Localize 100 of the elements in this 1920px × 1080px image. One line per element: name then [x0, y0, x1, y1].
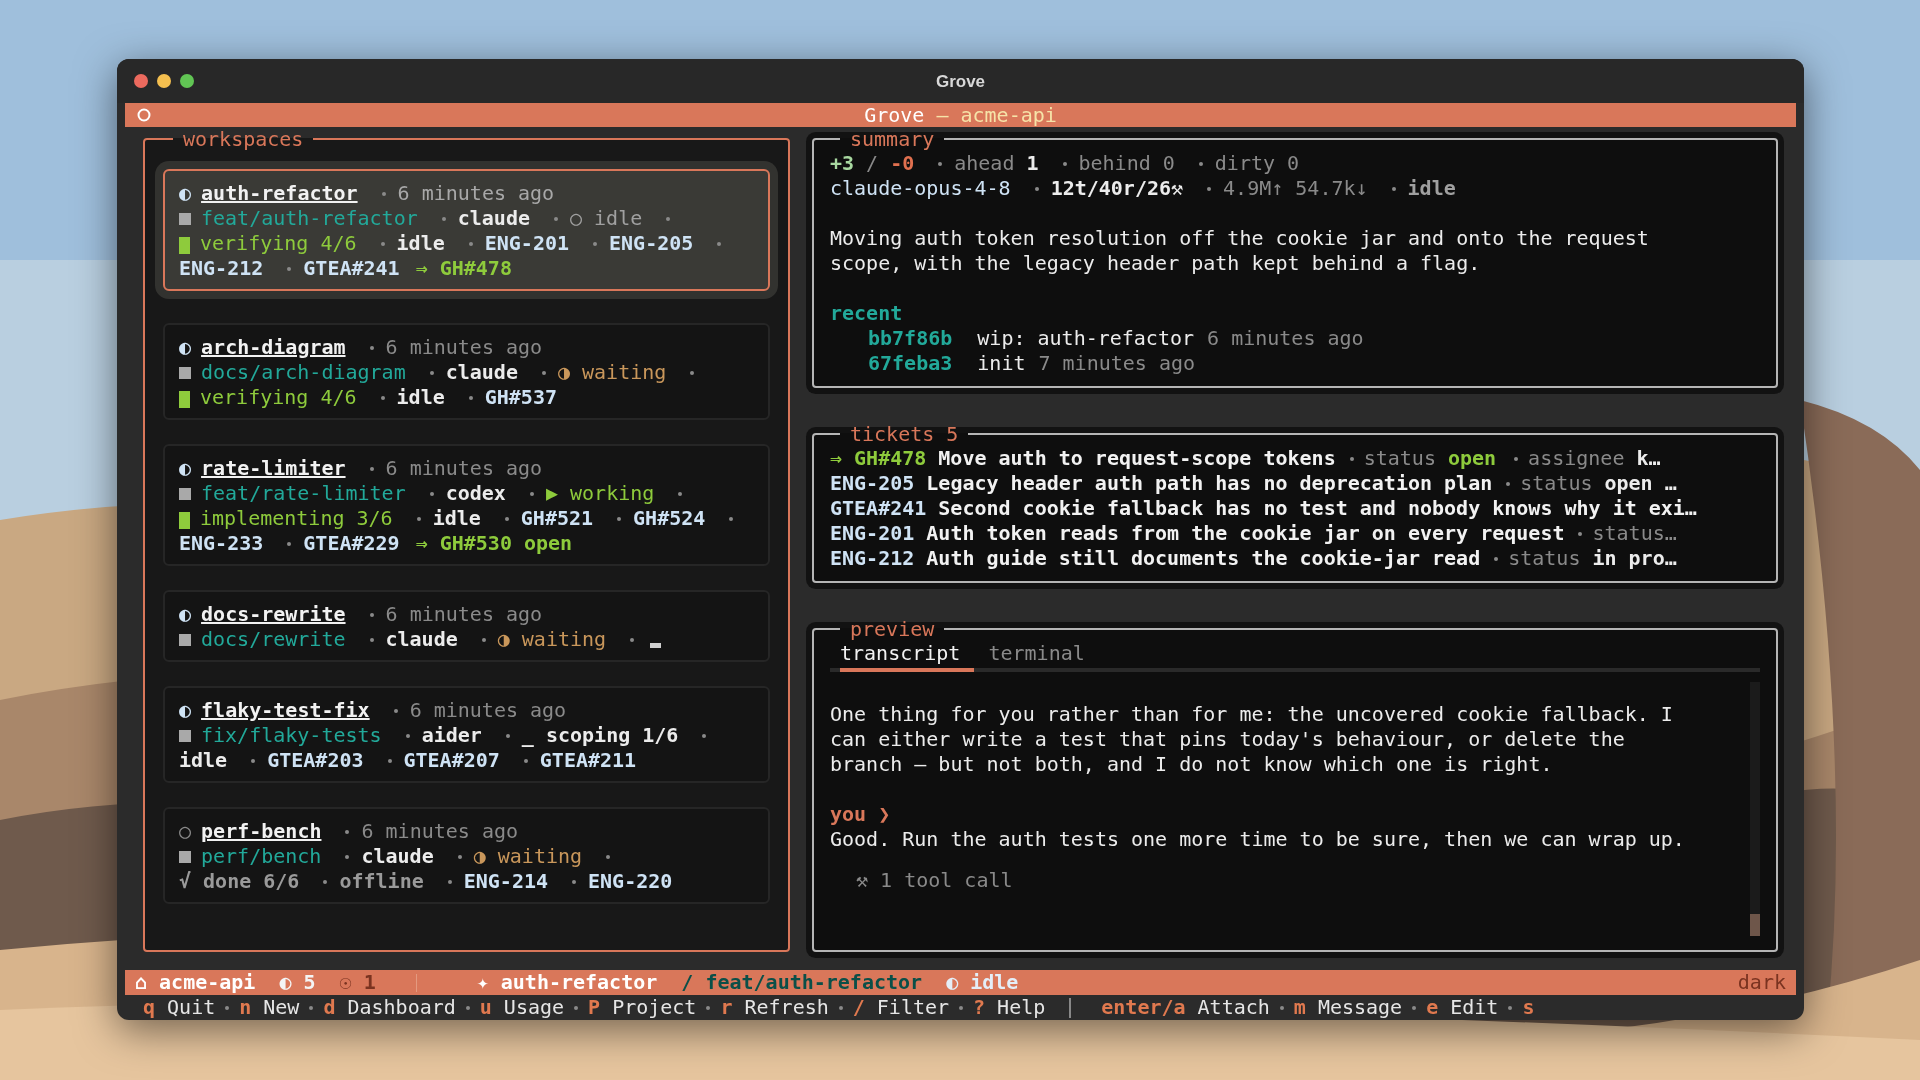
shortcut-hint: / Filter: [852, 995, 950, 1020]
shortcut-hint: d Dashboard: [323, 995, 456, 1020]
ticket-id: GTEA#241: [830, 496, 927, 521]
ticket-id: ENG-205: [609, 231, 694, 256]
workspace-name: arch-diagram: [201, 335, 346, 360]
git-stat: dirty 0: [1214, 151, 1300, 176]
ticket-id: GTEA#207: [403, 748, 500, 773]
status-glyph: ◐: [179, 698, 192, 723]
ticket-row[interactable]: ENG-205 Legacy header auth path has no deprecation plan status open …: [830, 471, 1760, 496]
ticket-id: GTEA#203: [267, 748, 364, 773]
branch-icon: [179, 729, 191, 742]
tab[interactable]: terminal: [988, 641, 1099, 672]
lines-added: +3: [830, 151, 855, 176]
window-title: Grove: [935, 70, 986, 93]
zoom-button[interactable]: [180, 74, 194, 88]
field-label: status…: [1592, 521, 1677, 546]
circle-icon: [137, 108, 151, 122]
workspace-name: perf-bench: [201, 819, 322, 844]
panel-title: summary: [849, 127, 936, 151]
activity-status: idle: [396, 231, 445, 256]
ticket-id: ⇒ GH#478: [830, 446, 927, 471]
field-value: open …: [1604, 471, 1677, 496]
branch-name: fix/flaky-tests: [201, 723, 382, 748]
branch-name: perf/bench: [201, 844, 322, 869]
ticket-id: GTEA#241: [303, 256, 400, 281]
progress-bar-icon: [179, 391, 190, 408]
field-value: k…: [1636, 446, 1661, 471]
status-glyph: ◐: [179, 181, 192, 206]
close-button[interactable]: [134, 74, 148, 88]
branch-icon: [179, 212, 191, 225]
turn-counts: 12t/40r/26⚒: [1050, 176, 1184, 201]
ticket-id: ENG-201: [484, 231, 569, 256]
tab[interactable]: transcript: [840, 641, 975, 672]
shortcut-hint: enter/a Attach: [1101, 995, 1270, 1020]
progress-bar-icon: [650, 643, 662, 648]
ticket-id: GH#524: [633, 506, 706, 531]
workspace-name: auth-refactor: [201, 181, 358, 206]
activity-status: idle: [432, 506, 481, 531]
agent-name: claude: [445, 360, 518, 385]
agent-name: aider: [421, 723, 482, 748]
phase-progress: √ done 6/6: [179, 869, 300, 894]
time-ago: 6 minutes ago: [385, 335, 543, 360]
diff-separator: /: [866, 151, 879, 176]
commit-hash: 67feba3: [868, 351, 953, 376]
shortcut-hint: e Edit: [1426, 995, 1499, 1020]
status-item: ◐ idle: [946, 970, 1019, 995]
phase-progress: _ scoping 1/6: [521, 723, 679, 748]
shortcut-hint: P Project: [588, 995, 697, 1020]
activity-status: idle: [396, 385, 445, 410]
status-item: / feat/auth-refactor: [681, 970, 923, 995]
agent-name: claude: [457, 206, 530, 231]
ticket-title: Auth guide still documents the cookie-jar read: [926, 546, 1481, 571]
commit-time: 7 minutes ago: [1038, 351, 1195, 376]
panel-title: preview: [849, 617, 936, 641]
ticket-row[interactable]: ENG-201 Auth token reads from the cookie jar on every request status…: [830, 521, 1760, 546]
agent-name: claude: [361, 844, 434, 869]
section-heading: recent: [830, 301, 904, 326]
workspace-name: docs-rewrite: [201, 602, 346, 627]
field-value: open: [1447, 446, 1497, 471]
shortcut-hint: m Message: [1293, 995, 1403, 1020]
workspace-card[interactable]: ◐ docs-rewrite 6 minutes ago docs/rewrite claude ◑ waiting: [163, 590, 770, 662]
ticket-title: Auth token reads from the cookie jar on every request: [926, 521, 1565, 546]
commit-message: init: [977, 351, 1026, 376]
status-glyph: ◐: [179, 335, 192, 360]
agent-status: ▶ working: [545, 481, 655, 506]
workspace-card[interactable]: ◐ rate-limiter 6 minutes ago feat/rate-limiter codex ▶ working implementing 3/6 idle GH#521 GH#524 ENG-233 GTEA#229 ⇒ GH#530 open: [163, 444, 770, 566]
ticket-row[interactable]: ENG-212 Auth guide still documents the cookie-jar read status in pro…: [830, 546, 1760, 571]
agent-status: ○ idle: [570, 206, 643, 231]
ticket-id: ENG-205: [830, 471, 915, 496]
ticket-id: GTEA#211: [539, 748, 637, 773]
agent-status: idle: [1407, 176, 1456, 201]
time-ago: 6 minutes ago: [385, 602, 543, 627]
workspace-card[interactable]: ◐ arch-diagram 6 minutes ago docs/arch-diagram claude ◑ waiting verifying 4/6 idle GH#537: [163, 323, 770, 420]
agent-name: codex: [445, 481, 506, 506]
minimize-button[interactable]: [157, 74, 171, 88]
ticket-id: ENG-214: [463, 869, 548, 894]
commit-time: 6 minutes ago: [1207, 326, 1364, 351]
ticket-id: GTEA#229: [303, 531, 400, 556]
shortcut-hint: s: [1522, 995, 1535, 1020]
ticket-id: ENG-212: [830, 546, 915, 571]
status-item: ✦ auth-refactor: [476, 970, 658, 995]
phase-progress: implementing 3/6: [200, 506, 393, 531]
token-usage: 4.9M↑ 54.7k↓: [1223, 176, 1368, 201]
ticket-row[interactable]: ⇒ GH#478 Move auth to request-scope tokens status open assignee k…: [830, 446, 1760, 471]
status-item: ◐ 5: [279, 970, 316, 995]
time-ago: 6 minutes ago: [385, 456, 543, 481]
ticket-row[interactable]: GTEA#241 Second cookie fallback has no test and nobody knows why it exi…: [830, 496, 1760, 521]
ticket-id: ENG-201: [830, 521, 915, 546]
scrollbar[interactable]: [1750, 682, 1760, 936]
time-ago: 6 minutes ago: [361, 819, 518, 844]
workspace-name: flaky-test-fix: [201, 698, 370, 723]
git-stat: behind 0: [1078, 151, 1175, 176]
status-glyph: ◐: [179, 456, 192, 481]
status-glyph: ○: [179, 819, 192, 844]
workspace-card[interactable]: ◐ flaky-test-fix 6 minutes ago fix/flaky-tests aider _ scoping 1/6 idle GTEA#203 GTEA#207 GTEA#211: [163, 686, 770, 783]
git-stat: ahead 1: [954, 151, 1039, 176]
workspace-card[interactable]: ○ perf-bench 6 minutes ago perf/bench claude ◑ waiting √ done 6/6 offline ENG-214 ENG-220: [163, 807, 770, 904]
project-title: — acme-api: [936, 103, 1057, 127]
ticket-title: Second cookie fallback has no test and nobody knows why it exi…: [938, 496, 1697, 521]
activity-status: offline: [339, 869, 424, 894]
